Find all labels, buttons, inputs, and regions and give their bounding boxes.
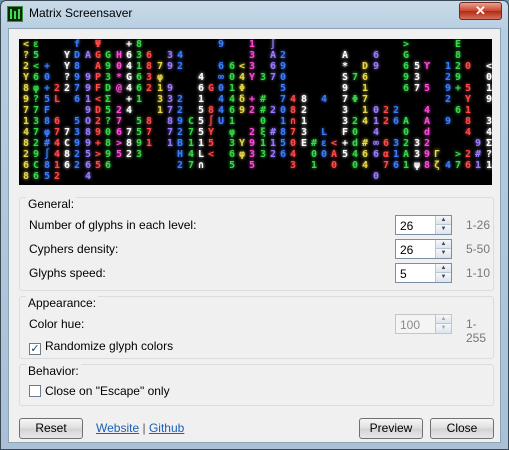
matrix-glyph-column: < 0 1 9 3 4 Σ ? 1 xyxy=(485,61,492,171)
behavior-group-title: Behavior: xyxy=(26,364,81,378)
matrix-glyph-column: G 9 3 D Σ 5 ? 0 8 9 6 xyxy=(104,50,112,171)
matrix-app-icon xyxy=(7,6,23,22)
matrix-glyph-column: 1 2 9 2 9 4 xyxy=(444,61,452,171)
cyphers-density-range: 5-50 xyxy=(466,242,491,256)
glyphs-per-level-label: Number of glyphs in each level: xyxy=(29,218,197,232)
color-hue-value: 100 xyxy=(400,318,421,332)
checkmark-icon[interactable]: ✓ xyxy=(29,343,41,355)
glyphs-per-level-range: 1-26 xyxy=(466,218,491,232)
close-button[interactable]: Close xyxy=(430,418,494,439)
glyphs-per-level-value[interactable]: 26 xyxy=(400,219,413,233)
matrix-glyph-column: < 4 Φ δ 9 Y φ xyxy=(238,61,246,160)
matrix-glyph-column: Y Y ? 2 7 C 8 6 xyxy=(63,50,71,171)
matrix-glyph-column: 3 # # 0 ξ 1 3 xyxy=(259,72,267,160)
spinner-down-icon: ▼ xyxy=(436,324,451,333)
cyphers-density-value[interactable]: 26 xyxy=(400,243,413,257)
matrix-glyph-column: 6 0 1 4 6 1 φ 3 6 5 xyxy=(228,61,236,171)
matrix-glyph-column: ϒ 5 4 A d 2 9 8 xyxy=(423,61,431,171)
matrix-glyph-column: # 0 1 xyxy=(310,138,318,171)
general-group: General: Number of glyphs in each level:… xyxy=(19,197,494,291)
spinner-up-icon: ▲ xyxy=(436,315,451,324)
randomize-colors-label[interactable]: Randomize glyph colors xyxy=(45,339,173,353)
glyphs-speed-spinner[interactable]: 5 ▲ ▼ xyxy=(395,263,452,283)
matrix-glyph-column: + 6 4 G 4 + 4 7 8 2 xyxy=(125,39,133,160)
matrix-glyph-column: f D 8 9 7 6 5 3 9 2 2 xyxy=(73,39,81,171)
window-close-button[interactable]: ✕ xyxy=(459,2,502,20)
color-hue-spinner: 100 ▲ ▼ xyxy=(395,314,452,334)
matrix-glyph-column: + 0 + 5 F 8 φ # ∫ 8 5 xyxy=(43,61,51,182)
link-separator: | xyxy=(142,421,146,435)
matrix-glyph-column: Ψ G A P F < D 2 9 + > 5 xyxy=(94,39,102,171)
matrix-glyph-column: H 0 * @ 2 7 6 > 5 xyxy=(115,50,123,160)
color-hue-range: 1-255 xyxy=(466,317,487,345)
matrix-glyph-column: Γ ζ xyxy=(433,149,441,171)
matrix-glyph-column: A 9 9 1 9 O 8 9 5 6 4 xyxy=(84,50,92,182)
reset-button[interactable]: Reset xyxy=(19,418,83,439)
general-group-title: General: xyxy=(26,197,77,211)
matrix-glyph-column: 4 6 1 5 5 5 1 L ∩ xyxy=(197,72,205,171)
window-title: Matrix Screensaver xyxy=(29,6,133,20)
matrix-glyph-column: G 8 ∫ Y 5 < xyxy=(207,83,215,160)
website-link[interactable]: Website xyxy=(96,421,139,435)
matrix-glyph-column: 8 3 1 6 6 1 5 5 9 3 xyxy=(135,39,143,160)
matrix-glyph-column: 0 5 Y 1 8 4 2 6 xyxy=(464,61,472,171)
github-link[interactable]: Github xyxy=(149,421,184,435)
dialog-client-area: < ? 2 Y 8 9 7 1 4 8 2 6 8ε 5 < 6 φ ? 7 3… xyxy=(8,28,501,443)
glyphs-per-level-spinner[interactable]: 26 ▲ ▼ xyxy=(395,215,452,235)
footer-links: Website | Github xyxy=(96,421,184,435)
matrix-glyph-column: 9 6 ∞ 0 4 4 U xyxy=(217,39,225,127)
behavior-group: Behavior: Close on "Escape" only xyxy=(19,364,494,406)
spinner-down-icon[interactable]: ▼ xyxy=(436,225,451,234)
cyphers-density-spinner[interactable]: 26 ▲ ▼ xyxy=(395,239,452,259)
matrix-glyph-column: 5 3 7 3 3 ψ xyxy=(413,61,421,171)
matrix-glyph-column: 2 6 3 1 6 xyxy=(392,105,400,171)
appearance-group: Appearance: Color hue: 100 ▲ ▼ 1-255 ✓ Ra… xyxy=(19,296,494,359)
appearance-group-title: Appearance: xyxy=(26,296,99,310)
close-on-escape-label[interactable]: Close on "Escape" only xyxy=(45,384,170,398)
matrix-glyph-column: 6 9 0 1 4 ∞ 6 0 xyxy=(372,50,380,182)
spinner-down-icon[interactable]: ▼ xyxy=(436,249,451,258)
matrix-glyph-column: > G 6 9 6 A 0 2 A 1 xyxy=(402,39,410,171)
glyphs-speed-label: Glyphs speed: xyxy=(29,266,106,280)
matrix-glyph-column: 8 2 1 3 E xyxy=(300,94,308,149)
screensaver-preview: < ? 2 Y 8 9 7 1 4 8 2 6 8ε 5 < 6 φ ? 7 3… xyxy=(19,39,492,185)
matrix-glyph-column: 7 φ 1 3 1 xyxy=(156,61,164,116)
spinner-down-icon[interactable]: ▼ xyxy=(436,273,451,282)
matrix-glyph-column: 4 8 ∩ 7 0 4 3 xyxy=(289,94,297,171)
matrix-glyph-column: < A 0 xyxy=(330,138,338,171)
spinner-up-icon[interactable]: ▲ xyxy=(436,240,451,249)
close-icon: ✕ xyxy=(475,3,486,18)
matrix-glyph-column: Ε 8 2 9 + 6 > 7 xyxy=(454,39,462,171)
matrix-glyph-column: 2 L 6 7 4 4 1 2 xyxy=(53,83,61,182)
matrix-glyph-column: < ? 2 Y 8 9 7 1 4 8 2 6 8 xyxy=(22,39,30,182)
matrix-glyph-column: 4 2 2 2 9 2 B H 2 xyxy=(176,50,184,171)
title-bar[interactable]: Matrix Screensaver ✕ xyxy=(1,1,508,27)
matrix-glyph-column: C 7 1 4 7 xyxy=(187,116,195,171)
matrix-glyph-column: 6 8 3 2 8 7 1 xyxy=(145,50,153,149)
cyphers-density-label: Cyphers density: xyxy=(29,242,119,256)
dialog-window: Matrix Screensaver ✕ < ? 2 Y 8 9 7 1 4 8… xyxy=(0,0,509,450)
checkbox-icon[interactable] xyxy=(29,385,41,397)
matrix-glyph-column: D 6 1 7 1 4 # 6 4 xyxy=(361,61,369,171)
preview-button[interactable]: Preview xyxy=(359,418,423,439)
spinner-up-icon[interactable]: ▲ xyxy=(436,264,451,273)
color-hue-label: Color hue: xyxy=(29,317,85,331)
matrix-glyph-column: 4 L ε 0 xyxy=(320,94,328,160)
matrix-glyph-column: 1 3 3 Y + 2 2 9 3 5 xyxy=(248,39,256,171)
matrix-glyph-column: 9 # 1 xyxy=(474,138,482,171)
matrix-glyph-column: 3 9 9 3 7 8 7 1 xyxy=(166,50,174,149)
matrix-glyph-column: A * S 9 7 3 3 F + 5 xyxy=(341,50,349,160)
matrix-glyph-column: 2 9 0 5 7 0 1 8 5 6 xyxy=(279,50,287,160)
close-on-escape-checkbox[interactable]: Close on "Escape" only xyxy=(29,384,170,398)
glyphs-speed-value[interactable]: 5 xyxy=(400,267,407,281)
matrix-glyph-column: ∫ A 6 7 2 # 1 2 xyxy=(269,39,277,160)
randomize-colors-checkbox[interactable]: ✓ Randomize glyph colors xyxy=(29,339,173,355)
matrix-glyph-column: 7 Φ 2 0 d 4 0 xyxy=(351,72,359,171)
spinner-up-icon[interactable]: ▲ xyxy=(436,216,451,225)
matrix-glyph-column: ε 5 < 6 φ ? 7 3 7 2 9 C 6 xyxy=(32,39,40,182)
glyphs-speed-range: 1-10 xyxy=(466,266,491,280)
matrix-glyph-column: 2 2 6 α 7 xyxy=(382,105,390,171)
